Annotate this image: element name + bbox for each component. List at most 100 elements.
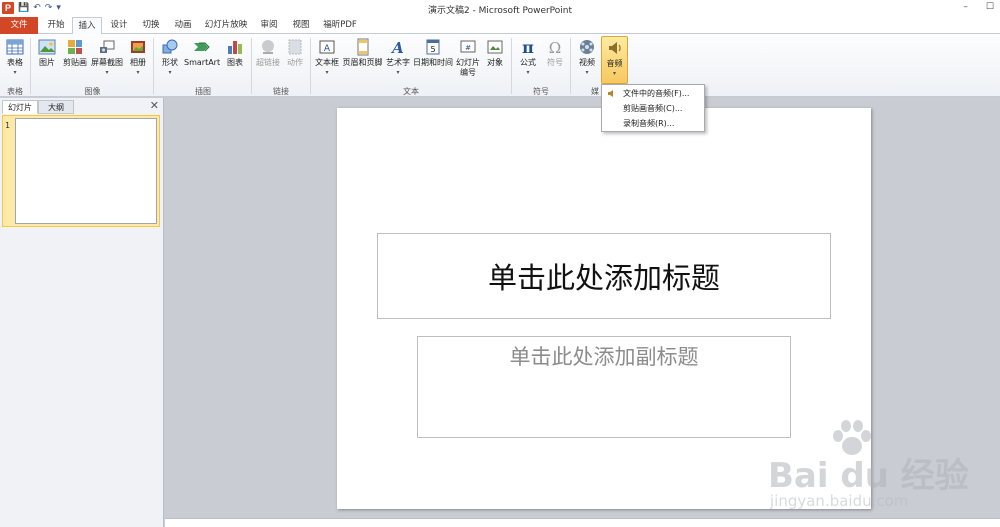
- picture-button[interactable]: 图片: [35, 36, 59, 88]
- symbol-icon: Ω: [549, 39, 561, 56]
- minimize-icon[interactable]: –: [963, 2, 968, 12]
- symbol-button[interactable]: Ω 符号: [543, 36, 567, 88]
- group-label-media: 媒: [591, 87, 599, 96]
- group-divider: [570, 38, 571, 94]
- action-button[interactable]: 动作: [283, 36, 307, 88]
- group-label-images: 图像: [84, 87, 101, 96]
- ribbon-tabs: 文件 开始 插入 设计 切换 动画 幻灯片放映 审阅 视图 福昕PDF: [0, 17, 1000, 35]
- header-footer-button[interactable]: 页眉和页脚: [341, 36, 384, 88]
- video-label: 视频: [579, 58, 595, 67]
- maximize-icon[interactable]: ☐: [986, 2, 994, 12]
- date-time-label: 日期和时间: [413, 58, 453, 67]
- close-icon[interactable]: ✕: [150, 99, 159, 112]
- clipart-button[interactable]: 剪贴画: [61, 36, 89, 88]
- action-label: 动作: [287, 58, 303, 67]
- tab-insert[interactable]: 插入: [72, 17, 102, 35]
- photo-album-icon: [131, 41, 145, 53]
- chevron-down-icon: ▾: [136, 69, 140, 76]
- chart-button[interactable]: 图表: [222, 36, 248, 88]
- svg-text:A: A: [390, 39, 404, 56]
- tab-review[interactable]: 审阅: [254, 17, 284, 34]
- group-label-tables: 表格: [7, 87, 23, 96]
- table-label: 表格: [7, 58, 23, 67]
- audio-icon: [608, 42, 621, 54]
- window-controls: – ☐: [963, 2, 994, 12]
- wordart-button[interactable]: A 艺术字 ▾: [385, 36, 411, 88]
- audio-button[interactable]: 音频 ▾: [601, 36, 628, 84]
- audio-dropdown-menu: 文件中的音频(F)... 剪贴画音频(C)... 录制音频(R)...: [601, 84, 705, 132]
- photo-album-button[interactable]: 相册 ▾: [126, 36, 150, 88]
- equation-button[interactable]: π 公式 ▾: [515, 36, 541, 88]
- notes-pane[interactable]: [165, 518, 1000, 527]
- menu-item-record-audio[interactable]: 录制音频(R)...: [602, 116, 704, 131]
- tab-transitions[interactable]: 切换: [136, 17, 166, 34]
- slide-number: 1: [5, 121, 11, 130]
- date-time-button[interactable]: 5 日期和时间: [412, 36, 454, 88]
- group-label-symbols: 符号: [533, 87, 549, 96]
- date-time-icon: 5: [426, 39, 440, 55]
- smartart-icon: [194, 42, 210, 52]
- tab-file[interactable]: 文件: [0, 17, 38, 34]
- screenshot-label: 屏幕截图: [91, 58, 123, 67]
- screenshot-icon: [100, 40, 115, 53]
- slide-number-label: 幻灯片编号: [456, 58, 480, 77]
- header-footer-label: 页眉和页脚: [342, 58, 383, 67]
- textbox-button[interactable]: A 文本框 ▾: [314, 36, 340, 88]
- tab-slideshow[interactable]: 幻灯片放映: [200, 17, 252, 34]
- subtitle-placeholder[interactable]: 单击此处添加副标题: [417, 336, 791, 438]
- chevron-down-icon: ▾: [168, 69, 172, 76]
- wordart-label: 艺术字: [386, 58, 410, 67]
- shapes-icon: [162, 39, 178, 54]
- group-label-links: 链接: [273, 87, 289, 96]
- equation-icon: π: [522, 38, 534, 56]
- group-label-text: 文本: [403, 87, 419, 96]
- table-button[interactable]: 表格 ▾: [3, 36, 27, 88]
- watermark-url: jingyan.baidu.com: [770, 492, 909, 510]
- video-icon: [580, 40, 594, 54]
- slide-number-icon: #: [460, 40, 476, 53]
- tab-animations[interactable]: 动画: [168, 17, 198, 34]
- hyperlink-label: 超链接: [256, 58, 280, 67]
- shapes-button[interactable]: 形状 ▾: [158, 36, 182, 88]
- svg-text:5: 5: [430, 45, 435, 54]
- table-icon: [6, 39, 24, 55]
- tab-slides[interactable]: 幻灯片: [2, 100, 38, 114]
- object-button[interactable]: 对象: [482, 36, 508, 88]
- textbox-icon: A: [319, 40, 335, 54]
- tab-view[interactable]: 视图: [286, 17, 316, 34]
- textbox-label: 文本框: [315, 58, 339, 67]
- video-button[interactable]: 视频 ▾: [574, 36, 600, 88]
- tab-foxit-pdf[interactable]: 福昕PDF: [318, 17, 362, 34]
- tab-outline[interactable]: 大纲: [38, 100, 74, 114]
- group-divider: [153, 38, 154, 94]
- clipart-icon: [68, 40, 82, 54]
- clipart-label: 剪贴画: [63, 58, 87, 67]
- shapes-label: 形状: [162, 58, 178, 67]
- svg-text:A: A: [324, 44, 331, 54]
- baidu-watermark: Bai du 经验 jingyan.baidu.com: [760, 418, 992, 518]
- menu-item-label: 剪贴画音频(C)...: [623, 104, 683, 113]
- menu-item-clipart-audio[interactable]: 剪贴画音频(C)...: [602, 101, 704, 116]
- menu-item-audio-from-file[interactable]: 文件中的音频(F)...: [602, 86, 704, 101]
- action-icon: [288, 39, 302, 55]
- audio-label: 音频: [606, 59, 623, 68]
- object-label: 对象: [487, 58, 503, 67]
- hyperlink-button[interactable]: 超链接: [254, 36, 282, 88]
- ribbon: 表格 ▾ 图片 剪贴画 屏幕截图 ▾ 相册 ▾ 形状 ▾ SmartArt 图表…: [0, 34, 1000, 97]
- slide-number-button[interactable]: # 幻灯片编号: [456, 36, 480, 88]
- screenshot-button[interactable]: 屏幕截图 ▾: [90, 36, 124, 88]
- title-placeholder[interactable]: 单击此处添加标题: [377, 233, 831, 319]
- svg-text:π: π: [522, 38, 534, 56]
- window-title: 演示文稿2 - Microsoft PowerPoint: [427, 6, 573, 16]
- slide-thumbnail[interactable]: [15, 118, 157, 224]
- group-divider: [310, 38, 311, 94]
- symbol-label: 符号: [547, 58, 563, 67]
- group-divider: [30, 38, 31, 94]
- group-divider: [511, 38, 512, 94]
- menu-item-label: 录制音频(R)...: [623, 119, 675, 128]
- tab-design[interactable]: 设计: [104, 17, 134, 34]
- hyperlink-icon: [262, 40, 274, 54]
- tab-home[interactable]: 开始: [40, 17, 72, 34]
- chevron-down-icon: ▾: [13, 69, 17, 76]
- smartart-button[interactable]: SmartArt: [184, 36, 220, 88]
